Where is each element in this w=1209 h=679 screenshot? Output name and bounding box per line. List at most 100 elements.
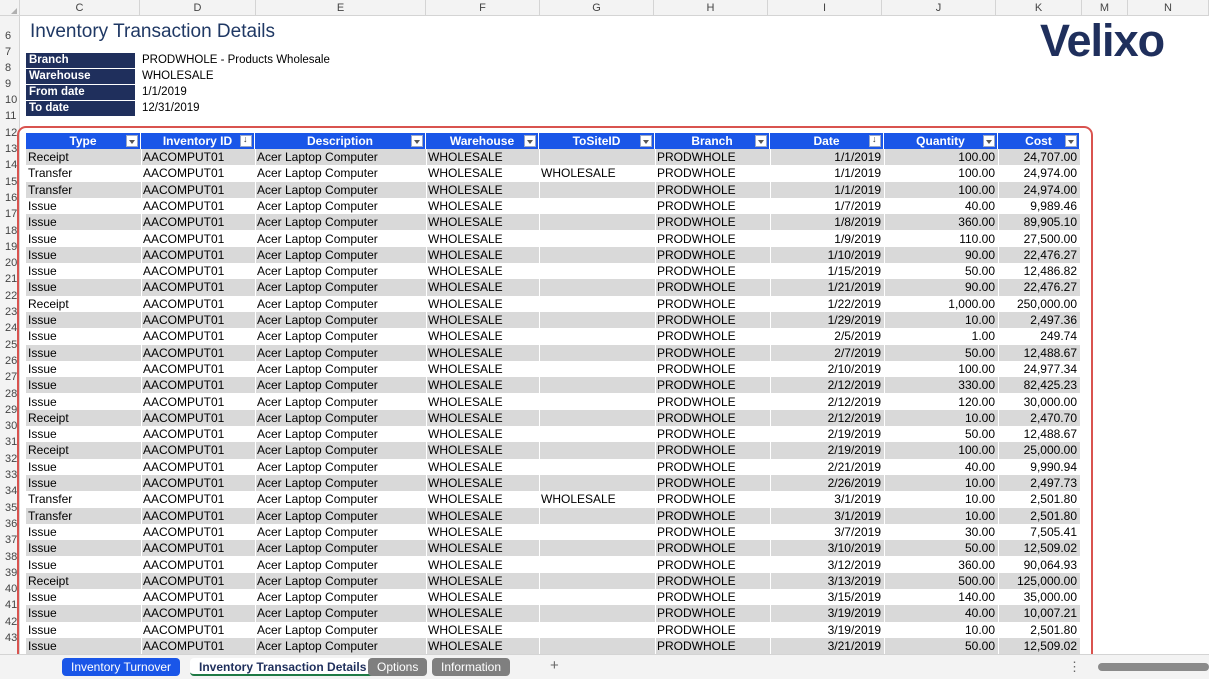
table-row[interactable]: Issue AACOMPUT01 Acer Laptop Computer WHOLE…	[26, 540, 1080, 557]
table-row[interactable]: Issue AACOMPUT01 Acer Laptop Computer WHOLE…	[26, 557, 1080, 573]
table-cell[interactable]: 25,000.00	[998, 442, 1080, 458]
table-cell[interactable]: WHOLESALE	[426, 345, 539, 361]
table-cell[interactable]: Issue	[26, 475, 141, 491]
info-value-from-date[interactable]: 1/1/2019	[142, 85, 187, 100]
table-cell[interactable]: Issue	[26, 638, 141, 654]
table-cell[interactable]: PRODWHOLE	[655, 475, 770, 491]
sheet-tab-inventory-transaction-details[interactable]: Inventory Transaction Details	[190, 658, 376, 676]
table-cell[interactable]: 1/29/2019	[770, 312, 884, 328]
column-header[interactable]: Quantity	[884, 133, 998, 149]
table-cell[interactable]: AACOMPUT01	[141, 361, 255, 377]
table-cell[interactable]: Issue	[26, 214, 141, 230]
row-number[interactable]: 31	[0, 434, 19, 450]
table-cell[interactable]: Acer Laptop Computer	[255, 312, 426, 328]
table-cell[interactable]: PRODWHOLE	[655, 263, 770, 279]
table-cell[interactable]: AACOMPUT01	[141, 165, 255, 181]
table-cell[interactable]: WHOLESALE	[426, 491, 539, 507]
filter-dropdown-icon[interactable]	[1065, 135, 1077, 147]
table-cell[interactable]: PRODWHOLE	[655, 540, 770, 556]
table-cell[interactable]: 24,974.00	[998, 182, 1080, 198]
table-cell[interactable]	[539, 279, 655, 295]
column-header[interactable]: Description	[255, 133, 426, 149]
row-number[interactable]: 21	[0, 271, 19, 287]
table-row[interactable]: Transfer AACOMPUT01 Acer Laptop Computer WH…	[26, 491, 1080, 507]
row-number[interactable]: 24	[0, 320, 19, 336]
table-cell[interactable]: Acer Laptop Computer	[255, 589, 426, 605]
table-cell[interactable]	[539, 475, 655, 491]
table-cell[interactable]: 3/19/2019	[770, 605, 884, 621]
table-cell[interactable]: AACOMPUT01	[141, 605, 255, 621]
table-cell[interactable]: 90,064.93	[998, 557, 1080, 573]
table-cell[interactable]: PRODWHOLE	[655, 165, 770, 181]
row-number[interactable]: 22	[0, 288, 19, 304]
table-cell[interactable]: WHOLESALE	[426, 410, 539, 426]
table-row[interactable]: Transfer AACOMPUT01 Acer Laptop Computer WH…	[26, 165, 1080, 181]
table-cell[interactable]	[539, 328, 655, 344]
table-cell[interactable]: 1.00	[884, 328, 998, 344]
table-cell[interactable]: 1/9/2019	[770, 231, 884, 247]
table-cell[interactable]	[539, 442, 655, 458]
table-cell[interactable]: PRODWHOLE	[655, 459, 770, 475]
table-cell[interactable]: 1/15/2019	[770, 263, 884, 279]
table-cell[interactable]: 1/10/2019	[770, 247, 884, 263]
table-cell[interactable]: PRODWHOLE	[655, 279, 770, 295]
table-cell[interactable]: AACOMPUT01	[141, 573, 255, 589]
table-cell[interactable]: Issue	[26, 198, 141, 214]
table-cell[interactable]: AACOMPUT01	[141, 279, 255, 295]
table-cell[interactable]: AACOMPUT01	[141, 524, 255, 540]
table-cell[interactable]: 50.00	[884, 263, 998, 279]
row-number[interactable]: 8	[0, 60, 19, 76]
table-cell[interactable]: Acer Laptop Computer	[255, 247, 426, 263]
table-cell[interactable]: 24,974.00	[998, 165, 1080, 181]
column-header-g[interactable]: G	[540, 0, 654, 16]
table-cell[interactable]: Issue	[26, 622, 141, 638]
table-cell[interactable]: PRODWHOLE	[655, 573, 770, 589]
table-cell[interactable]: WHOLESALE	[426, 459, 539, 475]
table-cell[interactable]: Acer Laptop Computer	[255, 622, 426, 638]
table-cell[interactable]: AACOMPUT01	[141, 459, 255, 475]
table-cell[interactable]: PRODWHOLE	[655, 149, 770, 165]
table-cell[interactable]: Acer Laptop Computer	[255, 557, 426, 573]
table-cell[interactable]: Receipt	[26, 296, 141, 312]
table-cell[interactable]: 2/5/2019	[770, 328, 884, 344]
table-cell[interactable]: 1/7/2019	[770, 198, 884, 214]
row-number[interactable]: 20	[0, 255, 19, 271]
row-number[interactable]: 38	[0, 549, 19, 565]
table-cell[interactable]: 24,707.00	[998, 149, 1080, 165]
table-cell[interactable]: 3/1/2019	[770, 491, 884, 507]
table-cell[interactable]: 12,509.02	[998, 540, 1080, 556]
table-cell[interactable]: WHOLESALE	[426, 263, 539, 279]
table-cell[interactable]: Acer Laptop Computer	[255, 426, 426, 442]
table-cell[interactable]: PRODWHOLE	[655, 214, 770, 230]
row-number[interactable]: 14	[0, 157, 19, 173]
table-cell[interactable]: Issue	[26, 345, 141, 361]
column-header-e[interactable]: E	[256, 0, 426, 16]
table-cell[interactable]: Acer Laptop Computer	[255, 149, 426, 165]
table-cell[interactable]: 12,486.82	[998, 263, 1080, 279]
table-cell[interactable]: Issue	[26, 328, 141, 344]
table-cell[interactable]: Acer Laptop Computer	[255, 540, 426, 556]
table-cell[interactable]: Acer Laptop Computer	[255, 491, 426, 507]
table-cell[interactable]	[539, 247, 655, 263]
sheet-tab-information[interactable]: Information	[432, 658, 511, 676]
table-row[interactable]: Receipt AACOMPUT01 Acer Laptop Computer WHO…	[26, 296, 1080, 312]
table-cell[interactable]: Acer Laptop Computer	[255, 508, 426, 524]
table-cell[interactable]: 1/1/2019	[770, 182, 884, 198]
table-cell[interactable]: WHOLESALE	[426, 524, 539, 540]
table-cell[interactable]: PRODWHOLE	[655, 410, 770, 426]
table-row[interactable]: Issue AACOMPUT01 Acer Laptop Computer WHOLE…	[26, 231, 1080, 247]
table-cell[interactable]: 50.00	[884, 345, 998, 361]
table-cell[interactable]: AACOMPUT01	[141, 149, 255, 165]
table-cell[interactable]: Acer Laptop Computer	[255, 459, 426, 475]
table-cell[interactable]: 12,488.67	[998, 426, 1080, 442]
table-cell[interactable]: PRODWHOLE	[655, 198, 770, 214]
table-cell[interactable]: AACOMPUT01	[141, 508, 255, 524]
row-number[interactable]: 10	[0, 92, 19, 108]
table-cell[interactable]: AACOMPUT01	[141, 328, 255, 344]
table-cell[interactable]: WHOLESALE	[426, 638, 539, 654]
table-cell[interactable]: AACOMPUT01	[141, 410, 255, 426]
table-cell[interactable]: PRODWHOLE	[655, 491, 770, 507]
table-cell[interactable]: 3/21/2019	[770, 638, 884, 654]
table-cell[interactable]: PRODWHOLE	[655, 524, 770, 540]
table-cell[interactable]: 89,905.10	[998, 214, 1080, 230]
